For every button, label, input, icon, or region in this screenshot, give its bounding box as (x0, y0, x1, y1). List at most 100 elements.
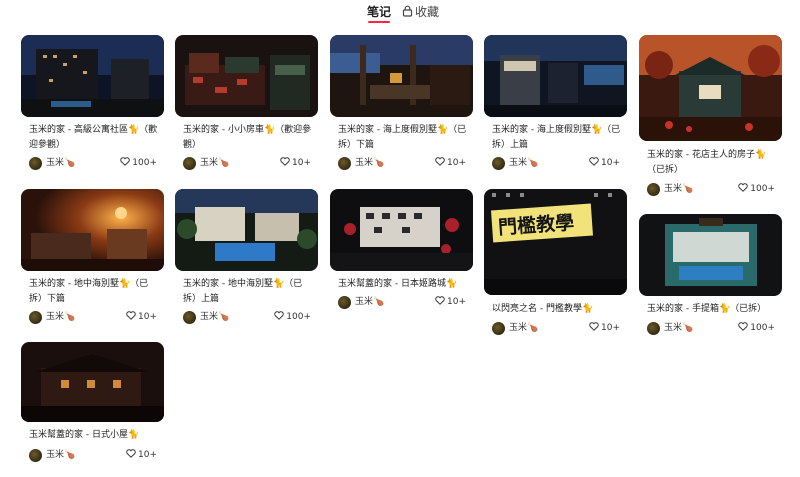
avatar[interactable] (492, 157, 505, 170)
note-cover-image[interactable] (21, 189, 164, 271)
like-count: 10+ (138, 312, 157, 322)
note-card[interactable]: 玉米的家 - 高級公寓社區🐈（歡迎參觀） 玉米🍗 100+ (21, 35, 164, 175)
like-button[interactable]: 100+ (120, 157, 157, 170)
like-count: 10+ (292, 158, 311, 168)
note-meta: 玉米🍗 10+ (338, 157, 466, 171)
author-name[interactable]: 玉米🍗 (355, 157, 384, 170)
note-card[interactable]: 玉米幫蓋的家 - 日式小屋🐈 玉米🍗 10+ (21, 342, 164, 466)
avatar[interactable] (647, 322, 660, 335)
like-count: 100+ (286, 312, 311, 322)
like-button[interactable]: 10+ (435, 157, 466, 170)
like-button[interactable]: 10+ (435, 296, 466, 309)
note-cover-image[interactable] (639, 214, 782, 296)
note-meta: 玉米🍗 100+ (183, 311, 311, 325)
like-button[interactable]: 100+ (738, 322, 775, 335)
author-name[interactable]: 玉米🍗 (664, 183, 693, 196)
note-meta: 玉米🍗 10+ (492, 322, 620, 336)
note-title[interactable]: 以閃亮之名 - 門檻教學🐈 (492, 302, 624, 317)
note-card[interactable]: 玉米的家 - 手提箱🐈（已拆） 玉米🍗 100+ (639, 214, 782, 338)
note-cover-image[interactable] (330, 35, 473, 117)
note-card[interactable]: 門檻教學 以閃亮之名 - 門檻教學🐈 玉米🍗 10+ (484, 189, 627, 339)
tab-notes[interactable]: 笔记 (367, 4, 391, 23)
like-button[interactable]: 10+ (589, 322, 620, 335)
note-card[interactable]: 玉米的家 - 小小房車🐈（歡迎參觀） 玉米🍗 10+ (175, 35, 318, 175)
like-count: 100+ (132, 158, 157, 168)
tab-collections[interactable]: 收藏 (402, 4, 439, 20)
heart-icon (589, 157, 599, 166)
note-cover-image[interactable] (330, 189, 473, 271)
note-cover-image[interactable] (175, 189, 318, 271)
note-cover-image[interactable] (484, 35, 627, 117)
avatar[interactable] (183, 311, 196, 324)
note-title[interactable]: 玉米幫蓋的家 - 日式小屋🐈 (29, 428, 161, 443)
note-title[interactable]: 玉米的家 - 地中海別墅🐈（已拆）上篇 (183, 277, 315, 307)
avatar[interactable] (29, 157, 42, 170)
author-name[interactable]: 玉米🍗 (509, 322, 538, 335)
author-name[interactable]: 玉米🍗 (355, 296, 384, 309)
note-title[interactable]: 玉米的家 - 花店主人的房子🐈（已拆） (647, 148, 779, 178)
note-meta: 玉米🍗 10+ (338, 296, 466, 310)
author-name[interactable]: 玉米🍗 (46, 311, 75, 324)
heart-icon (435, 157, 445, 166)
note-cover-image[interactable]: 門檻教學 (484, 189, 627, 295)
author-name[interactable]: 玉米🍗 (509, 157, 538, 170)
avatar[interactable] (492, 322, 505, 335)
tab-collections-label: 收藏 (415, 5, 440, 19)
note-meta: 玉米🍗 100+ (647, 322, 775, 336)
like-count: 10+ (138, 450, 157, 460)
note-title[interactable]: 玉米的家 - 手提箱🐈（已拆） (647, 302, 779, 317)
note-card[interactable]: 玉米幫蓋的家 - 日本姬路城🐈 玉米🍗 10+ (330, 189, 473, 313)
author-name[interactable]: 玉米🍗 (46, 449, 75, 462)
note-card[interactable]: 玉米的家 - 海上度假別墅🐈（已拆）下篇 玉米🍗 10+ (330, 35, 473, 175)
note-meta: 玉米🍗 10+ (29, 449, 157, 463)
note-title[interactable]: 玉米的家 - 海上度假別墅🐈（已拆）下篇 (338, 123, 470, 153)
like-count: 10+ (601, 323, 620, 333)
like-button[interactable]: 10+ (589, 157, 620, 170)
note-cover-image[interactable] (175, 35, 318, 117)
heart-icon (274, 311, 285, 320)
avatar[interactable] (338, 296, 351, 309)
note-title[interactable]: 玉米幫蓋的家 - 日本姬路城🐈 (338, 277, 470, 292)
note-card[interactable]: 玉米的家 - 海上度假別墅🐈（已拆）上篇 玉米🍗 10+ (484, 35, 627, 175)
note-title[interactable]: 玉米的家 - 高級公寓社區🐈（歡迎參觀） (29, 123, 161, 153)
avatar[interactable] (29, 311, 42, 324)
author-name[interactable]: 玉米🍗 (664, 322, 693, 335)
note-meta: 玉米🍗 10+ (29, 311, 157, 325)
lock-icon (402, 5, 413, 17)
like-button[interactable]: 10+ (280, 157, 311, 170)
heart-icon (126, 311, 136, 320)
profile-tabs: 笔记 收藏 (0, 0, 800, 26)
like-button[interactable]: 100+ (738, 183, 775, 196)
heart-icon (738, 183, 749, 192)
avatar[interactable] (183, 157, 196, 170)
like-count: 100+ (750, 323, 775, 333)
heart-icon (280, 157, 290, 166)
note-meta: 玉米🍗 100+ (29, 157, 157, 171)
note-title[interactable]: 玉米的家 - 地中海別墅🐈（已拆）下篇 (29, 277, 161, 307)
like-count: 100+ (750, 184, 775, 194)
note-card[interactable]: 玉米的家 - 花店主人的房子🐈（已拆） 玉米🍗 100+ (639, 35, 782, 197)
like-button[interactable]: 10+ (126, 449, 157, 462)
heart-icon (738, 322, 749, 331)
note-cover-image[interactable] (639, 35, 782, 141)
heart-icon (589, 322, 599, 331)
note-meta: 玉米🍗 10+ (183, 157, 311, 171)
note-meta: 玉米🍗 10+ (492, 157, 620, 171)
note-title[interactable]: 玉米的家 - 小小房車🐈（歡迎參觀） (183, 123, 315, 153)
like-button[interactable]: 100+ (274, 311, 311, 324)
heart-icon (435, 296, 445, 305)
note-card[interactable]: 玉米的家 - 地中海別墅🐈（已拆）下篇 玉米🍗 10+ (21, 189, 164, 329)
avatar[interactable] (338, 157, 351, 170)
note-title[interactable]: 玉米的家 - 海上度假別墅🐈（已拆）上篇 (492, 123, 624, 153)
note-cover-image[interactable] (21, 342, 164, 422)
like-count: 10+ (601, 158, 620, 168)
note-cover-image[interactable] (21, 35, 164, 117)
author-name[interactable]: 玉米🍗 (200, 157, 229, 170)
author-name[interactable]: 玉米🍗 (200, 311, 229, 324)
note-card[interactable]: 玉米的家 - 地中海別墅🐈（已拆）上篇 玉米🍗 100+ (175, 189, 318, 329)
like-button[interactable]: 10+ (126, 311, 157, 324)
note-meta: 玉米🍗 100+ (647, 183, 775, 197)
avatar[interactable] (647, 183, 660, 196)
author-name[interactable]: 玉米🍗 (46, 157, 75, 170)
avatar[interactable] (29, 449, 42, 462)
